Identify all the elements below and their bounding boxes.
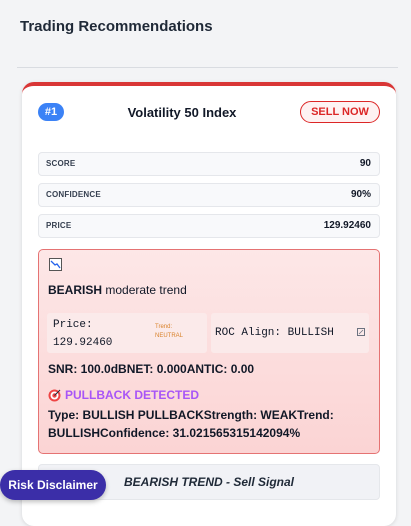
snr-metrics: SNR: 100.0dBNET: 0.000ANTIC: 0.00: [48, 362, 255, 376]
metric-value: 90: [359, 158, 371, 169]
trend-strength: moderate trend: [105, 283, 187, 297]
trend-analysis-panel: BEARISH moderate trend Price: 129.92460 …: [38, 249, 380, 454]
target-icon: [48, 389, 61, 402]
metric-value: 129.92460: [323, 220, 371, 231]
pullback-details: Type: BULLISH PULLBACKStrength: WEAKTren…: [48, 408, 334, 440]
trend-summary: BEARISH moderate trend: [48, 283, 187, 297]
pullback-header: PULLBACK DETECTED: [48, 388, 199, 402]
price-label: Price:: [53, 319, 93, 331]
roc-align-text: ROC Align: BULLISH: [215, 327, 334, 339]
trend-tag-label: Trend:: [155, 324, 173, 330]
price-trend-box: Price: 129.92460 Trend: NEUTRAL: [47, 313, 207, 353]
metric-label: SCORE: [46, 159, 76, 168]
recommendation-card: #1 Volatility 50 Index SELL NOW SCORE 90…: [22, 82, 396, 526]
price-value: 129.92460: [53, 337, 113, 349]
metric-value: 90%: [350, 189, 371, 200]
metric-price: PRICE 129.92460: [38, 214, 380, 238]
chart-trend-icon: [49, 258, 62, 271]
pullback-title: PULLBACK DETECTED: [65, 388, 199, 402]
sell-now-badge[interactable]: SELL NOW: [300, 101, 380, 123]
title-divider: [17, 67, 398, 68]
metric-confidence: CONFIDENCE 90%: [38, 183, 380, 207]
page-title: Trading Recommendations: [20, 18, 213, 35]
checkbox-icon: [357, 328, 365, 336]
metric-label: PRICE: [46, 221, 72, 230]
roc-align-box: ROC Align: BULLISH: [211, 313, 369, 353]
metric-score: SCORE 90: [38, 152, 380, 176]
symbol-name: Volatility 50 Index: [127, 105, 237, 120]
metric-label: CONFIDENCE: [46, 190, 101, 199]
trend-tag-value: NEUTRAL: [155, 333, 184, 339]
rank-badge: #1: [38, 103, 64, 121]
trend-direction: BEARISH: [48, 283, 103, 297]
risk-disclaimer-button[interactable]: Risk Disclaimer: [0, 470, 106, 500]
